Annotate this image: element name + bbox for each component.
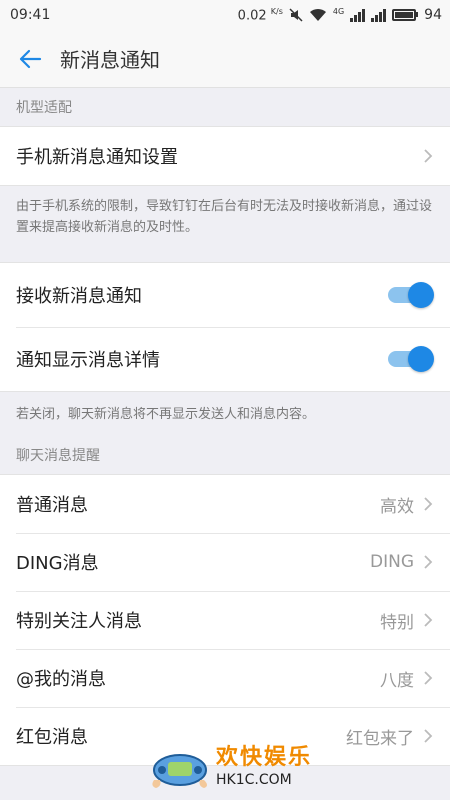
- phone-settings-row[interactable]: 手机新消息通知设置: [0, 127, 450, 185]
- chat-item-label: 普通消息: [16, 495, 88, 516]
- chat-item-label: 特别关注人消息: [16, 611, 142, 632]
- watermark: 欢快娱乐 HK1C.COM: [148, 742, 312, 792]
- status-icons: 0.02 K/s 4G 94: [238, 7, 442, 23]
- toggle-label: 通知显示消息详情: [16, 350, 160, 371]
- toggle-note: 若关闭，聊天新消息将不再显示发送人和消息内容。: [16, 407, 316, 422]
- chat-item-label: @我的消息: [16, 669, 106, 690]
- back-arrow-icon: [19, 49, 42, 68]
- chat-item-normal[interactable]: 普通消息 高效: [0, 475, 450, 533]
- mute-icon: [289, 8, 303, 22]
- app-bar: 新消息通知: [0, 30, 450, 88]
- status-bar: 09:41 0.02 K/s 4G 94: [0, 0, 450, 30]
- watermark-en: HK1C.COM: [216, 772, 292, 788]
- signal-icon-2: [371, 8, 387, 22]
- show-details-toggle[interactable]: [388, 345, 434, 373]
- network-speed: 0.02 K/s: [237, 6, 283, 24]
- toggle-group: 接收新消息通知 通知显示消息详情: [0, 262, 450, 392]
- chevron-right-icon: [424, 497, 433, 511]
- battery-icon: [392, 8, 419, 21]
- chevron-right-icon: [424, 149, 433, 163]
- toggle-row-receive: 接收新消息通知: [0, 263, 450, 327]
- battery-level: 94: [424, 6, 442, 23]
- phone-settings-group: 手机新消息通知设置: [0, 126, 450, 186]
- chat-item-mention[interactable]: @我的消息 八度: [0, 649, 450, 707]
- chat-item-special[interactable]: 特别关注人消息 特别: [0, 591, 450, 649]
- watermark-cn: 欢快娱乐: [216, 745, 313, 770]
- chevron-right-icon: [424, 671, 433, 685]
- network-type: 4G: [332, 6, 345, 16]
- chat-item-value: 高效: [380, 496, 414, 517]
- chat-alerts-group: 普通消息 高效 DING消息 DING 特别关注人消息 特别 @我的消息 八度 …: [0, 474, 450, 766]
- chevron-right-icon: [424, 555, 433, 569]
- section-device-label: 机型适配: [16, 100, 72, 116]
- chevron-right-icon: [424, 729, 433, 743]
- chat-item-value: 红包来了: [346, 728, 414, 749]
- toggle-label: 接收新消息通知: [16, 286, 142, 307]
- device-note: 由于手机系统的限制，导致钉钉在后台有时无法及时接收新消息，通过设置来提高接收新消…: [16, 199, 433, 235]
- toggle-row-details: 通知显示消息详情: [0, 327, 450, 391]
- phone-settings-label: 手机新消息通知设置: [16, 147, 178, 168]
- back-button[interactable]: [0, 30, 60, 88]
- status-time: 09:41: [10, 7, 51, 23]
- section-chat-label: 聊天消息提醒: [16, 448, 100, 464]
- chat-item-value: 八度: [380, 670, 414, 691]
- chevron-right-icon: [424, 613, 433, 627]
- chat-item-label: 红包消息: [16, 727, 88, 748]
- page-title: 新消息通知: [60, 48, 160, 72]
- receive-notification-toggle[interactable]: [388, 281, 434, 309]
- wifi-icon: [309, 8, 326, 21]
- chat-item-value: 特别: [380, 612, 414, 633]
- chat-item-label: DING消息: [16, 553, 99, 574]
- signal-icon-1: [350, 8, 366, 22]
- chat-item-value: DING: [370, 552, 414, 572]
- chat-item-ding[interactable]: DING消息 DING: [0, 533, 450, 591]
- gamepad-logo-icon: [152, 754, 207, 788]
